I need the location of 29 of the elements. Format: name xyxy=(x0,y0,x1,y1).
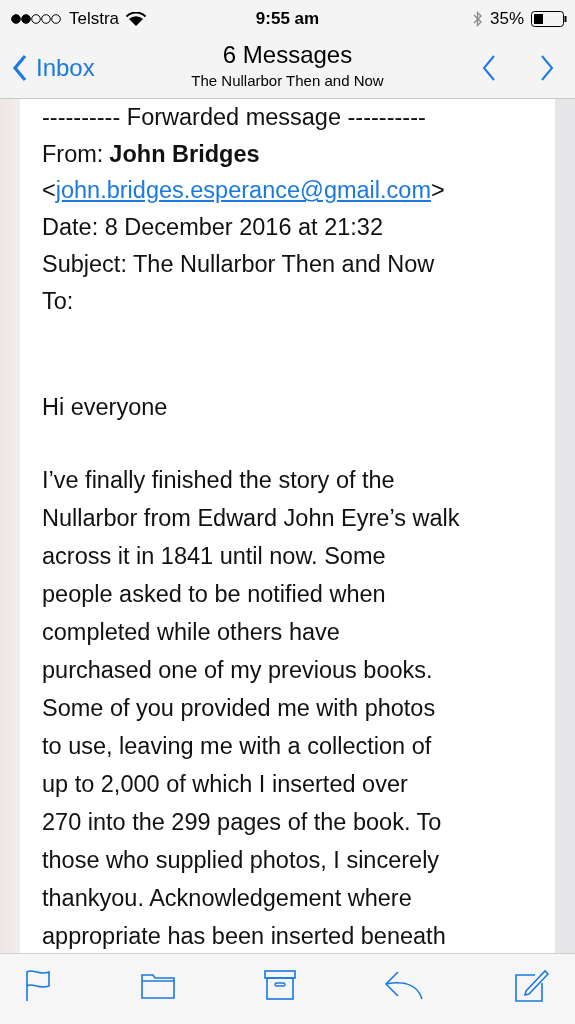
bluetooth-icon xyxy=(472,11,483,27)
battery-percent: 35% xyxy=(489,9,524,29)
to-line: To: xyxy=(42,286,75,316)
reply-icon[interactable] xyxy=(384,970,425,1000)
subject-line: Subject: The Nullarbor Then and Now xyxy=(42,249,436,279)
signal-icon xyxy=(10,13,62,25)
nav-title: 6 Messages xyxy=(222,40,353,70)
sender-name: John Bridges xyxy=(109,139,260,169)
nav-subtitle: The Nullarbor Then and Now xyxy=(191,71,384,91)
bracket-close: > xyxy=(431,176,445,206)
greeting-text: Hi everyone xyxy=(42,393,169,423)
bracket-open: < xyxy=(42,176,56,206)
date-line: Date: 8 December 2016 at 21:32 xyxy=(42,213,384,243)
previous-icon[interactable] xyxy=(481,54,497,82)
wifi-icon xyxy=(126,11,147,27)
carrier-name: Telstra xyxy=(69,9,120,29)
status-time: 9:55 am xyxy=(255,9,320,29)
flag-icon[interactable] xyxy=(24,968,52,1002)
forward-separator: ---------- Forwarded message ---------- xyxy=(42,103,427,132)
archive-icon[interactable] xyxy=(263,970,296,1000)
battery-icon xyxy=(531,11,567,27)
sender-email-link[interactable]: john.bridges.esperance@gmail.com xyxy=(55,172,431,210)
compose-icon[interactable] xyxy=(513,967,549,1003)
body-paragraph: I’ve finally finished the story of the Nullarbor from Edward John Eyre’s walk across it in 1841 until now. Some people asked to be notified when completed while others have purchased one of my previous books. Some of you provided me with photos to use, leaving me with a collection of up to 2,000 of which I inserted over 270 into the 299 pages of the book. To those who supplied photos, I sincerely thankyou. Acknowledgement where appropriate has been inserted beneath xyxy=(42,466,461,952)
from-label: From: xyxy=(42,139,104,169)
folder-icon[interactable] xyxy=(140,971,175,999)
chevron-left-icon[interactable] xyxy=(12,54,28,82)
next-icon[interactable] xyxy=(539,54,555,82)
back-button[interactable]: Inbox xyxy=(12,54,95,82)
